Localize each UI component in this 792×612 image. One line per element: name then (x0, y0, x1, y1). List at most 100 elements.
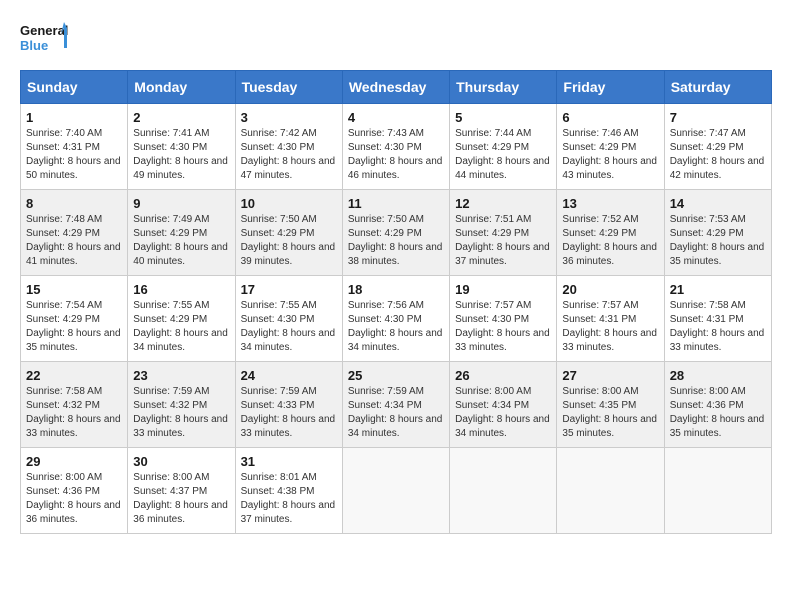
calendar-week-5: 29 Sunrise: 8:00 AM Sunset: 4:36 PM Dayl… (21, 448, 772, 534)
sunrise-time: Sunrise: 7:48 AM (26, 214, 102, 225)
sunset-time: Sunset: 4:38 PM (241, 486, 315, 497)
calendar-table: SundayMondayTuesdayWednesdayThursdayFrid… (20, 70, 772, 534)
calendar-day-19: 19 Sunrise: 7:57 AM Sunset: 4:30 PM Dayl… (450, 276, 557, 362)
sunset-time: Sunset: 4:29 PM (670, 142, 744, 153)
day-number: 9 (133, 196, 229, 211)
calendar-header: SundayMondayTuesdayWednesdayThursdayFrid… (21, 71, 772, 104)
calendar-day-2: 2 Sunrise: 7:41 AM Sunset: 4:30 PM Dayli… (128, 104, 235, 190)
sunset-time: Sunset: 4:29 PM (562, 228, 636, 239)
calendar-day-28: 28 Sunrise: 8:00 AM Sunset: 4:36 PM Dayl… (664, 362, 771, 448)
day-number: 25 (348, 368, 444, 383)
sunrise-time: Sunrise: 7:59 AM (348, 386, 424, 397)
calendar-week-3: 15 Sunrise: 7:54 AM Sunset: 4:29 PM Dayl… (21, 276, 772, 362)
day-info: Sunrise: 7:42 AM Sunset: 4:30 PM Dayligh… (241, 127, 337, 183)
sunset-time: Sunset: 4:30 PM (348, 142, 422, 153)
daylight-hours: Daylight: 8 hours and 38 minutes. (348, 242, 443, 267)
calendar-day-8: 8 Sunrise: 7:48 AM Sunset: 4:29 PM Dayli… (21, 190, 128, 276)
sunrise-time: Sunrise: 7:55 AM (133, 300, 209, 311)
calendar-day-17: 17 Sunrise: 7:55 AM Sunset: 4:30 PM Dayl… (235, 276, 342, 362)
day-number: 26 (455, 368, 551, 383)
sunrise-time: Sunrise: 8:00 AM (562, 386, 638, 397)
calendar-day-6: 6 Sunrise: 7:46 AM Sunset: 4:29 PM Dayli… (557, 104, 664, 190)
calendar-week-2: 8 Sunrise: 7:48 AM Sunset: 4:29 PM Dayli… (21, 190, 772, 276)
calendar-day-4: 4 Sunrise: 7:43 AM Sunset: 4:30 PM Dayli… (342, 104, 449, 190)
weekday-header-saturday: Saturday (664, 71, 771, 104)
daylight-hours: Daylight: 8 hours and 47 minutes. (241, 156, 336, 181)
day-number: 13 (562, 196, 658, 211)
day-number: 8 (26, 196, 122, 211)
calendar-day-20: 20 Sunrise: 7:57 AM Sunset: 4:31 PM Dayl… (557, 276, 664, 362)
sunset-time: Sunset: 4:31 PM (670, 314, 744, 325)
sunrise-time: Sunrise: 7:54 AM (26, 300, 102, 311)
sunrise-time: Sunrise: 8:00 AM (26, 472, 102, 483)
day-number: 18 (348, 282, 444, 297)
sunset-time: Sunset: 4:30 PM (241, 142, 315, 153)
logo: General Blue (20, 20, 70, 60)
daylight-hours: Daylight: 8 hours and 33 minutes. (26, 414, 121, 439)
weekday-header-tuesday: Tuesday (235, 71, 342, 104)
day-info: Sunrise: 7:52 AM Sunset: 4:29 PM Dayligh… (562, 213, 658, 269)
day-info: Sunrise: 7:48 AM Sunset: 4:29 PM Dayligh… (26, 213, 122, 269)
weekday-header-wednesday: Wednesday (342, 71, 449, 104)
calendar-day-13: 13 Sunrise: 7:52 AM Sunset: 4:29 PM Dayl… (557, 190, 664, 276)
empty-cell (450, 448, 557, 534)
calendar-day-11: 11 Sunrise: 7:50 AM Sunset: 4:29 PM Dayl… (342, 190, 449, 276)
sunrise-time: Sunrise: 7:53 AM (670, 214, 746, 225)
day-number: 30 (133, 454, 229, 469)
day-info: Sunrise: 8:00 AM Sunset: 4:36 PM Dayligh… (670, 385, 766, 441)
day-number: 17 (241, 282, 337, 297)
day-info: Sunrise: 7:41 AM Sunset: 4:30 PM Dayligh… (133, 127, 229, 183)
sunrise-time: Sunrise: 7:58 AM (26, 386, 102, 397)
day-info: Sunrise: 7:58 AM Sunset: 4:31 PM Dayligh… (670, 299, 766, 355)
day-number: 20 (562, 282, 658, 297)
day-number: 23 (133, 368, 229, 383)
daylight-hours: Daylight: 8 hours and 35 minutes. (562, 414, 657, 439)
day-number: 12 (455, 196, 551, 211)
daylight-hours: Daylight: 8 hours and 34 minutes. (348, 328, 443, 353)
day-info: Sunrise: 7:55 AM Sunset: 4:29 PM Dayligh… (133, 299, 229, 355)
day-info: Sunrise: 7:51 AM Sunset: 4:29 PM Dayligh… (455, 213, 551, 269)
sunset-time: Sunset: 4:36 PM (670, 400, 744, 411)
day-number: 31 (241, 454, 337, 469)
day-info: Sunrise: 7:50 AM Sunset: 4:29 PM Dayligh… (348, 213, 444, 269)
daylight-hours: Daylight: 8 hours and 34 minutes. (348, 414, 443, 439)
sunset-time: Sunset: 4:33 PM (241, 400, 315, 411)
day-number: 3 (241, 110, 337, 125)
daylight-hours: Daylight: 8 hours and 40 minutes. (133, 242, 228, 267)
sunset-time: Sunset: 4:29 PM (26, 314, 100, 325)
calendar-day-16: 16 Sunrise: 7:55 AM Sunset: 4:29 PM Dayl… (128, 276, 235, 362)
day-info: Sunrise: 7:43 AM Sunset: 4:30 PM Dayligh… (348, 127, 444, 183)
day-info: Sunrise: 7:46 AM Sunset: 4:29 PM Dayligh… (562, 127, 658, 183)
daylight-hours: Daylight: 8 hours and 34 minutes. (241, 328, 336, 353)
calendar-day-22: 22 Sunrise: 7:58 AM Sunset: 4:32 PM Dayl… (21, 362, 128, 448)
day-number: 21 (670, 282, 766, 297)
sunrise-time: Sunrise: 7:56 AM (348, 300, 424, 311)
day-info: Sunrise: 7:56 AM Sunset: 4:30 PM Dayligh… (348, 299, 444, 355)
daylight-hours: Daylight: 8 hours and 33 minutes. (670, 328, 765, 353)
sunset-time: Sunset: 4:30 PM (241, 314, 315, 325)
daylight-hours: Daylight: 8 hours and 37 minutes. (455, 242, 550, 267)
empty-cell (664, 448, 771, 534)
day-info: Sunrise: 7:57 AM Sunset: 4:31 PM Dayligh… (562, 299, 658, 355)
day-number: 5 (455, 110, 551, 125)
weekday-header-monday: Monday (128, 71, 235, 104)
sunset-time: Sunset: 4:29 PM (562, 142, 636, 153)
weekday-header-thursday: Thursday (450, 71, 557, 104)
day-info: Sunrise: 7:49 AM Sunset: 4:29 PM Dayligh… (133, 213, 229, 269)
sunset-time: Sunset: 4:32 PM (26, 400, 100, 411)
day-number: 14 (670, 196, 766, 211)
svg-text:General: General (20, 23, 68, 38)
sunset-time: Sunset: 4:34 PM (348, 400, 422, 411)
day-info: Sunrise: 8:00 AM Sunset: 4:36 PM Dayligh… (26, 471, 122, 527)
sunrise-time: Sunrise: 7:43 AM (348, 128, 424, 139)
daylight-hours: Daylight: 8 hours and 36 minutes. (133, 500, 228, 525)
sunset-time: Sunset: 4:29 PM (348, 228, 422, 239)
daylight-hours: Daylight: 8 hours and 36 minutes. (562, 242, 657, 267)
sunrise-time: Sunrise: 8:01 AM (241, 472, 317, 483)
weekday-header-friday: Friday (557, 71, 664, 104)
day-info: Sunrise: 7:55 AM Sunset: 4:30 PM Dayligh… (241, 299, 337, 355)
calendar-day-3: 3 Sunrise: 7:42 AM Sunset: 4:30 PM Dayli… (235, 104, 342, 190)
daylight-hours: Daylight: 8 hours and 34 minutes. (133, 328, 228, 353)
calendar-day-9: 9 Sunrise: 7:49 AM Sunset: 4:29 PM Dayli… (128, 190, 235, 276)
sunrise-time: Sunrise: 7:57 AM (455, 300, 531, 311)
